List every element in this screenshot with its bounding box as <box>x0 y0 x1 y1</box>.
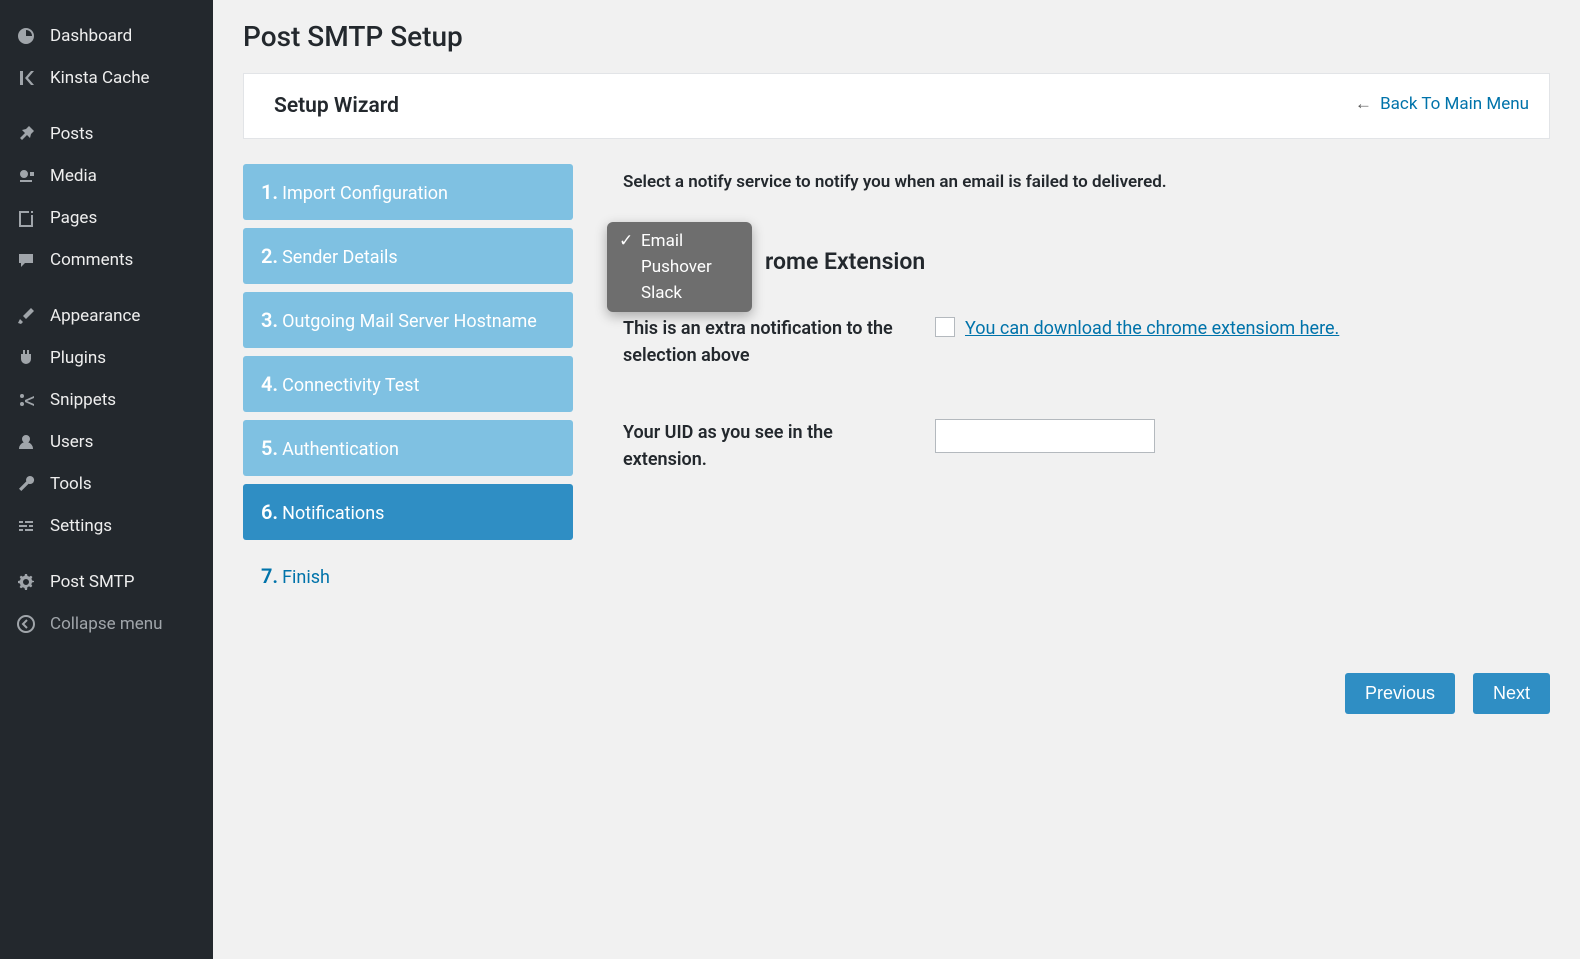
media-icon <box>14 166 38 186</box>
step-finish[interactable]: 7.Finish <box>243 548 573 604</box>
wizard-nav-buttons: Previous Next <box>623 673 1550 714</box>
step-notifications[interactable]: 6.Notifications <box>243 484 573 540</box>
uid-input[interactable] <box>935 419 1155 453</box>
sidebar-item-snippets[interactable]: Snippets <box>0 379 213 421</box>
sidebar-item-settings[interactable]: Settings <box>0 505 213 547</box>
sidebar-label: Users <box>50 432 93 452</box>
sidebar-label: Kinsta Cache <box>50 68 150 88</box>
comments-icon <box>14 250 38 270</box>
kinsta-icon <box>14 68 38 88</box>
sidebar-label: Snippets <box>50 390 116 410</box>
step-sender-details[interactable]: 2.Sender Details <box>243 228 573 284</box>
back-to-main-link[interactable]: ← Back To Main Menu <box>1355 94 1529 114</box>
admin-sidebar: Dashboard Kinsta Cache Posts Media Pages… <box>0 0 213 959</box>
dropdown-option-slack[interactable]: Slack <box>607 280 752 306</box>
sidebar-item-posts[interactable]: Posts <box>0 113 213 155</box>
sidebar-item-pages[interactable]: Pages <box>0 197 213 239</box>
scissors-icon <box>14 390 38 410</box>
page-title: Post SMTP Setup <box>243 20 1550 53</box>
sidebar-item-tools[interactable]: Tools <box>0 463 213 505</box>
card-title: Setup Wizard <box>274 94 1519 118</box>
pin-icon <box>14 124 38 144</box>
instruction-text: Select a notify service to notify you wh… <box>623 172 1550 192</box>
sidebar-item-kinsta-cache[interactable]: Kinsta Cache <box>0 57 213 99</box>
sidebar-label: Collapse menu <box>50 614 163 634</box>
wizard-steps: 1.Import Configuration 2.Sender Details … <box>243 164 573 714</box>
sidebar-label: Plugins <box>50 348 106 368</box>
wizard-area: 1.Import Configuration 2.Sender Details … <box>243 164 1550 714</box>
chrome-extension-link[interactable]: You can download the chrome extensiom he… <box>965 315 1339 342</box>
dropdown-option-email[interactable]: Email <box>607 228 752 254</box>
sidebar-label: Posts <box>50 124 93 144</box>
arrow-left-icon: ← <box>1355 94 1372 114</box>
sidebar-item-dashboard[interactable]: Dashboard <box>0 15 213 57</box>
sidebar-label: Comments <box>50 250 133 270</box>
plug-icon <box>14 348 38 368</box>
collapse-icon <box>14 614 38 634</box>
dropdown-option-pushover[interactable]: Pushover <box>607 254 752 280</box>
main-content: Post SMTP Setup Setup Wizard ← Back To M… <box>213 0 1580 959</box>
pages-icon <box>14 208 38 228</box>
step-content: Select a notify service to notify you wh… <box>623 164 1550 714</box>
sidebar-label: Settings <box>50 516 112 536</box>
sidebar-item-media[interactable]: Media <box>0 155 213 197</box>
step-connectivity-test[interactable]: 4.Connectivity Test <box>243 356 573 412</box>
sidebar-label: Media <box>50 166 97 186</box>
extra-notification-row: This is an extra notification to the sel… <box>623 315 1550 369</box>
wrench-icon <box>14 474 38 494</box>
uid-label: Your UID as you see in the extension. <box>623 419 903 473</box>
sidebar-item-appearance[interactable]: Appearance <box>0 295 213 337</box>
sidebar-label: Appearance <box>50 306 140 326</box>
sidebar-item-collapse[interactable]: Collapse menu <box>0 603 213 645</box>
chrome-extension-heading: rome Extension <box>623 248 1550 275</box>
brush-icon <box>14 306 38 326</box>
sidebar-item-post-smtp[interactable]: Post SMTP <box>0 561 213 603</box>
sliders-icon <box>14 516 38 536</box>
notify-service-dropdown[interactable]: Email Pushover Slack <box>607 222 752 312</box>
back-link-label: Back To Main Menu <box>1380 94 1529 114</box>
sidebar-label: Post SMTP <box>50 572 134 592</box>
sidebar-label: Pages <box>50 208 97 228</box>
user-icon <box>14 432 38 452</box>
gear-icon <box>14 572 38 592</box>
sidebar-item-plugins[interactable]: Plugins <box>0 337 213 379</box>
previous-button[interactable]: Previous <box>1345 673 1455 714</box>
step-authentication[interactable]: 5.Authentication <box>243 420 573 476</box>
step-import-configuration[interactable]: 1.Import Configuration <box>243 164 573 220</box>
extra-notification-label: This is an extra notification to the sel… <box>623 315 903 369</box>
sidebar-item-comments[interactable]: Comments <box>0 239 213 281</box>
sidebar-label: Dashboard <box>50 26 132 46</box>
step-outgoing-mail-server[interactable]: 3.Outgoing Mail Server Hostname <box>243 292 573 348</box>
sidebar-label: Tools <box>50 474 92 494</box>
chrome-extension-checkbox[interactable] <box>935 317 955 337</box>
wizard-card: Setup Wizard ← Back To Main Menu <box>243 73 1550 139</box>
uid-row: Your UID as you see in the extension. <box>623 419 1550 473</box>
sidebar-item-users[interactable]: Users <box>0 421 213 463</box>
dashboard-icon <box>14 26 38 46</box>
next-button[interactable]: Next <box>1473 673 1550 714</box>
